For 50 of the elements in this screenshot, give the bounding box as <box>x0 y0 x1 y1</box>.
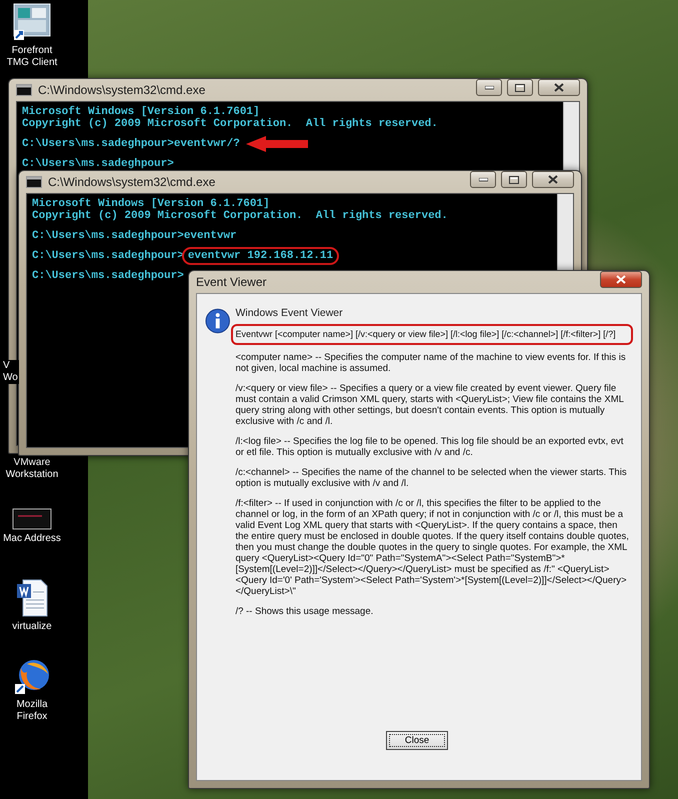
help-paragraph: /l:<log file> -- Specifies the log file to be opened. This log file should be an exported evtx, evt or etl file. This option is mutually exclusive with /v and /c. <box>235 436 624 458</box>
console-app-icon <box>26 176 42 188</box>
maximize-icon <box>515 84 525 92</box>
usage-text: Eventvwr [<computer name>] [/v:<query or view file>] [/l:<log file>] [/c:<channel>] [/f:<filter>] [/?] <box>235 329 617 340</box>
close-button[interactable] <box>538 79 580 96</box>
console-command: eventvwr 192.168.12.11 <box>188 250 334 262</box>
desktop-icon-label[interactable]: VMware Workstation <box>6 457 58 481</box>
console-prompt: C:\Users\ms.sadeghpour> <box>32 230 184 242</box>
help-paragraph: <computer name> -- Specifies the computer name of the machine to view events for. If this is not given, local machine is assumed. <box>235 352 627 374</box>
desktop-icon-label[interactable]: Mozilla Firefox <box>16 699 48 723</box>
minimize-icon <box>484 86 494 90</box>
info-icon <box>205 308 230 334</box>
window-title: C:\Windows\system32\cmd.exe <box>38 83 206 97</box>
minimize-button[interactable] <box>476 79 502 96</box>
help-paragraph: /f:<filter> -- If used in conjunction with /c or /l, this specifies the filter to be applied to the channel or log, in the form of an XPath query; if not in conjunction with /c or /l, this must be a valid Event Log XML query that starts with <QueryList>. If the query contains a space, then the entire query must be enclosed in double quotes. If the query itself contains double quotes, then you must change the double quotes in the query to single quotes. For example, the XML query <QueryList><Query Id="0" Path="SystemA"><Select Path="SystemB">*[System[(Level=2)]]</Select></Query></QueryList> must be specified as /f:" <QueryList><Query Id='0' Path='System'><Select Path='System'>*[System[(Level=2)]]</Select></Query></QueryList>\" <box>235 498 629 597</box>
minimize-button[interactable] <box>470 171 496 188</box>
minimize-icon <box>478 178 488 182</box>
console-text: Copyright (c) 2009 Microsoft Corporation. All rights reserved. <box>32 210 448 222</box>
window-title: C:\Windows\system32\cmd.exe <box>48 175 216 189</box>
maximize-icon <box>509 176 519 184</box>
window-title: Event Viewer <box>196 275 268 289</box>
close-icon <box>548 175 558 184</box>
console-prompt: C:\Users\ms.sadeghpour> <box>32 270 184 282</box>
console-text: Copyright (c) 2009 Microsoft Corporation. All rights reserved. <box>22 118 438 130</box>
close-button[interactable] <box>600 271 642 288</box>
close-dialog-button[interactable]: Close <box>386 731 448 750</box>
dialog-heading: Windows Event Viewer <box>235 308 344 319</box>
document-icon <box>15 578 49 618</box>
console-prompt: C:\Users\ms.sadeghpour> <box>32 250 184 262</box>
console-app-icon <box>16 84 32 96</box>
maximize-button[interactable] <box>501 171 527 188</box>
desktop-icon-label[interactable]: Mac Address <box>3 533 61 545</box>
console-text: Microsoft Windows [Version 6.1.7601] <box>22 106 260 118</box>
close-icon <box>554 83 564 92</box>
console-command: eventvwr/? <box>174 138 240 150</box>
help-paragraph: /v:<query or view file> -- Specifies a query or a view file created by event viewer. Query file must contain a valid Crimson XML query, starts with <QueryList>; View file contains the XML query string along with other settings, but doesn't contain events. This option is mutually exclusive with /c and /l. <box>235 383 625 427</box>
close-icon <box>616 275 626 284</box>
console-command: eventvwr <box>184 230 237 242</box>
help-paragraph: /c:<channel> -- Specifies the name of the channel to be selected when the viewer starts. This option is mutually exclusive with /v and /l. <box>235 467 628 489</box>
console-text: Microsoft Windows [Version 6.1.7601] <box>32 198 270 210</box>
browser-icon <box>13 658 51 696</box>
maximize-button[interactable] <box>507 79 533 96</box>
terminal-icon <box>12 508 52 530</box>
desktop-icon-label[interactable]: Forefront TMG Client <box>6 45 58 69</box>
close-button[interactable] <box>532 171 574 188</box>
console-prompt: C:\Users\ms.sadeghpour> <box>22 138 174 150</box>
desktop-icon-label[interactable]: V Wo <box>2 360 19 384</box>
help-paragraph: /? -- Shows this usage message. <box>235 606 374 617</box>
console-prompt: C:\Users\ms.sadeghpour> <box>22 158 174 170</box>
desktop-icon-label[interactable]: virtualize <box>12 621 52 633</box>
